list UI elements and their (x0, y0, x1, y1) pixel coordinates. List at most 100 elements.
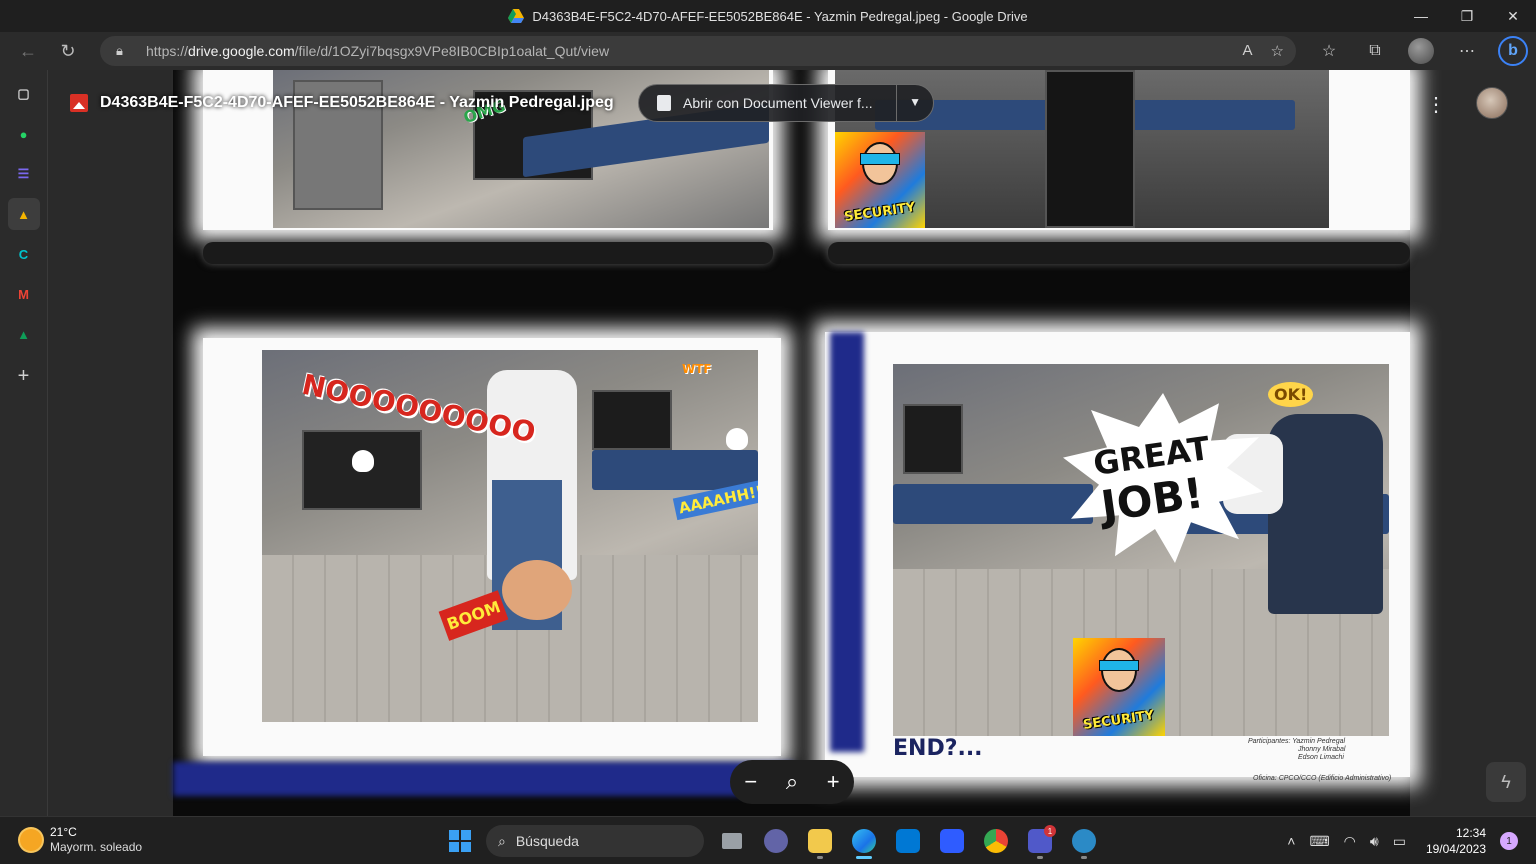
weather-widget[interactable]: 21°C Mayorm. soleado (20, 825, 142, 855)
notification-center-badge[interactable]: 1 (1500, 832, 1518, 850)
skull-icon (352, 450, 374, 472)
whatsapp-icon: ● (19, 126, 28, 142)
drive-image-viewer: SECURITY NOOOOOOOOO WTF AAAAHH!!! BOOM O… (48, 70, 1536, 816)
windows-taskbar: 21°C Mayorm. soleado ⌕ Búsqueda 1 ˄ ⌨ ◠ … (0, 816, 1536, 864)
end-text: END?... (893, 736, 983, 761)
credits-label: Participantes: (1248, 738, 1291, 745)
system-tray: ˄ ⌨ ◠ 🔊︎ ▭ 12:34 19/04/2023 1 (1287, 821, 1518, 861)
lock-icon: 🔒︎ (116, 43, 123, 58)
open-with-button[interactable]: Abrir con Document Viewer f... ▼ (638, 84, 934, 122)
plus-icon: + (17, 364, 30, 387)
volume-icon[interactable]: 🔊︎ (1370, 833, 1379, 850)
canva-icon: C (18, 246, 29, 262)
close-button[interactable]: ✕ (1490, 0, 1536, 32)
taskbar-search[interactable]: ⌕ Búsqueda (486, 825, 704, 857)
collections-icon[interactable]: ⧉ (1352, 32, 1398, 70)
teams-notification-badge: 1 (1044, 825, 1056, 837)
browser-toolbar: ← ↻ 🔒︎ https://drive.google.com/file/d/1… (0, 32, 1536, 70)
chevron-down-icon[interactable]: ▼ (909, 95, 921, 109)
sidebar-item-google-drive[interactable]: ▲ (7, 198, 40, 230)
google-drive-icon (508, 9, 525, 23)
gmail-icon: M (18, 286, 29, 302)
open-with-label: Abrir con Document Viewer f... (683, 95, 873, 111)
favorites-icon[interactable]: ☆ (1306, 32, 1352, 70)
window-title-bar: D4363B4E-F5C2-4D70-AFEF-EE5052BE864E - Y… (0, 0, 1536, 32)
task-view-button[interactable] (710, 821, 754, 861)
bing-icon: b (1498, 36, 1528, 66)
file-name: D4363B4E-F5C2-4D70-AFEF-EE5052BE864E - Y… (100, 94, 614, 111)
back-arrow-icon[interactable]: ← (8, 35, 48, 67)
profile-avatar[interactable] (1398, 32, 1444, 70)
sidebar-item-whatsapp[interactable]: ● (8, 118, 40, 150)
read-aloud-icon[interactable]: A (1243, 42, 1253, 60)
credits-block: Participantes: Yazmin Pedregal Jhonny Mi… (1248, 738, 1345, 762)
chrome-button[interactable] (974, 821, 1018, 861)
url-prefix: https:// (146, 43, 189, 59)
power-automate-button[interactable] (930, 821, 974, 861)
office-value: CPCO/CCO (Edificio Administrativo) (1278, 775, 1392, 782)
photo-bottom-left: NOOOOOOOOO WTF AAAAHH!!! BOOM (262, 350, 758, 722)
url-path: /file/d/1OZyi7bqsgx9VPe8IB0CBIp1oalat_Qu… (294, 43, 610, 59)
taskbar-clock[interactable]: 12:34 19/04/2023 (1426, 825, 1486, 857)
office-line: Oficina: CPCO/CCO (Edificio Administrati… (1253, 775, 1391, 782)
start-button[interactable] (440, 821, 480, 861)
keyboard-icon[interactable]: ⌨ (1309, 833, 1329, 850)
more-options-icon[interactable]: ⋮ (1426, 92, 1446, 117)
lightning-icon: ϟ (1501, 771, 1511, 792)
file-explorer-button[interactable] (798, 821, 842, 861)
document-icon (657, 95, 671, 111)
account-avatar[interactable] (1476, 87, 1508, 119)
zoom-controls: − ⌕ + (730, 760, 854, 804)
office-label: Oficina: (1253, 775, 1277, 782)
sidebar-add-button[interactable]: + (8, 360, 40, 392)
comic-image: SECURITY NOOOOOOOOO WTF AAAAHH!!! BOOM O… (173, 70, 1410, 816)
zoom-in-button[interactable]: + (827, 769, 840, 795)
image-file-icon (70, 94, 88, 112)
edge-button[interactable] (842, 821, 886, 861)
search-placeholder: Búsqueda (515, 833, 579, 849)
sidebar-item-google-drive-2[interactable]: ▲ (8, 318, 40, 350)
sidebar-item-canva[interactable]: C (8, 238, 40, 270)
credit-name: Jhonny Mirabal (1298, 746, 1346, 753)
minimize-button[interactable]: — (1398, 0, 1444, 32)
weather-description: Mayorm. soleado (50, 840, 143, 854)
tabs-icon: ▢ (17, 86, 30, 101)
sfx-wtf: WTF (682, 362, 712, 376)
hero-badge-top: SECURITY (843, 200, 917, 226)
search-icon: ⌕ (498, 832, 506, 849)
hero-badge-bottom: SECURITY (1082, 708, 1156, 734)
weather-temperature: 21°C (50, 825, 77, 839)
battery-icon[interactable]: ▭ (1393, 833, 1406, 850)
credit-name: Yazmin Pedregal (1292, 738, 1346, 745)
sidebar-item-list-app[interactable]: ☰ (8, 158, 40, 190)
zoom-icon[interactable]: ⌕ (786, 769, 798, 795)
vpn-client-button[interactable] (1062, 821, 1106, 861)
add-favorite-icon[interactable]: ☆ (1271, 42, 1284, 60)
window-title: D4363B4E-F5C2-4D70-AFEF-EE5052BE864E - Y… (532, 8, 1028, 24)
clock-date: 19/04/2023 (1425, 842, 1486, 856)
microsoft-store-button[interactable] (886, 821, 930, 861)
teams-chat-button[interactable] (754, 821, 798, 861)
clock-time: 12:34 (1455, 826, 1486, 840)
sfx-ok: OK! (1268, 382, 1314, 407)
partly-sunny-icon (20, 829, 42, 851)
refresh-icon[interactable]: ↻ (48, 35, 88, 67)
google-drive-icon: ▲ (17, 326, 30, 342)
list-icon: ☰ (17, 166, 30, 181)
wifi-icon[interactable]: ◠ (1344, 833, 1356, 850)
sidebar-item-tabs[interactable]: ▢ (8, 78, 40, 110)
edge-sidebar: ▢ ● ☰ ▲ C M ▲ + (0, 70, 48, 816)
sidebar-item-gmail[interactable]: M (8, 278, 40, 310)
teams-button[interactable]: 1 (1018, 821, 1062, 861)
security-hero-top: SECURITY (835, 132, 925, 228)
bing-copilot-button[interactable]: b (1490, 32, 1536, 70)
address-bar[interactable]: 🔒︎ https://drive.google.com/file/d/1OZyi… (100, 36, 1296, 66)
taskbar-apps: ⌕ Búsqueda 1 (440, 821, 1106, 861)
restore-button[interactable]: ❐ (1444, 0, 1490, 32)
settings-more-icon[interactable]: ⋯ (1444, 32, 1490, 70)
floating-tool-button[interactable]: ϟ (1486, 762, 1526, 802)
zoom-out-button[interactable]: − (744, 769, 757, 795)
google-drive-icon: ▲ (17, 206, 30, 222)
url-host: drive.google.com (188, 43, 295, 59)
chevron-up-icon[interactable]: ˄ (1287, 833, 1295, 849)
